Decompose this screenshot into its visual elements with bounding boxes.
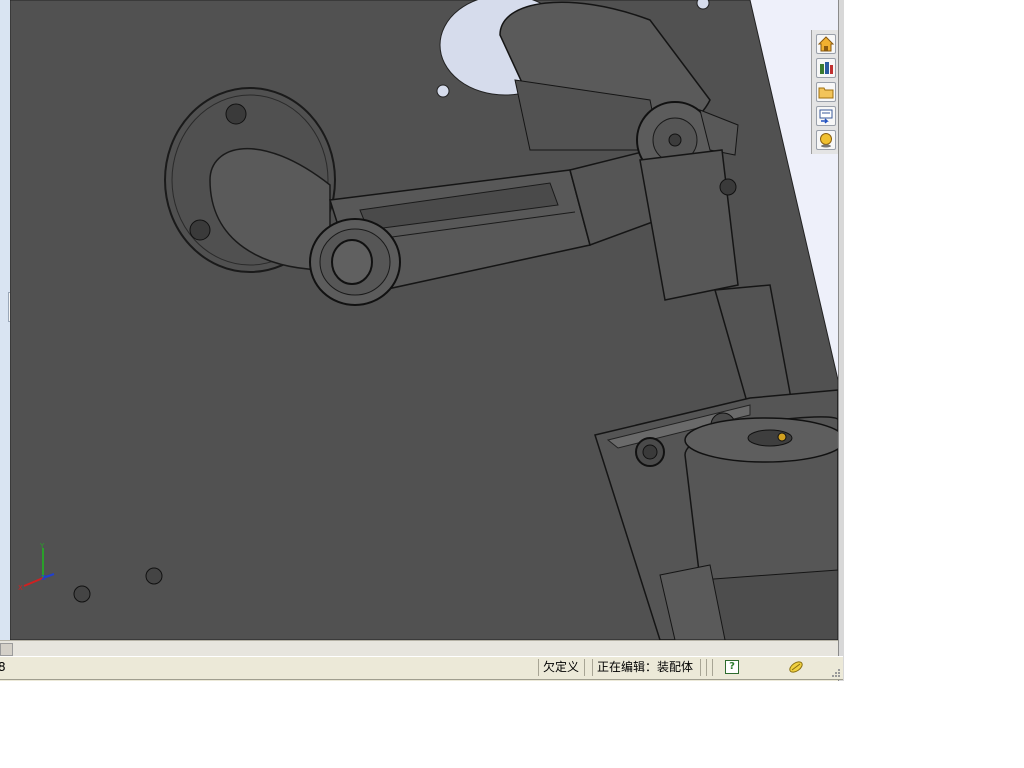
- motor-shaft: [777, 432, 787, 442]
- triad-x-label: X: [18, 584, 23, 592]
- horizontal-scrollbar[interactable]: [0, 640, 838, 657]
- status-left-fragment: 8: [0, 660, 6, 674]
- flange-bolt-hole: [189, 219, 211, 241]
- small-hole: [73, 585, 91, 603]
- graphics-viewport[interactable]: Y X Z: [10, 0, 838, 640]
- help-icon[interactable]: ?: [725, 660, 739, 674]
- solidworks-window: ◂◂◂: [0, 0, 844, 681]
- scrollbar-thumb[interactable]: [0, 643, 13, 656]
- status-bar: 8 欠定义 正在编辑：装配体 ?: [0, 656, 843, 680]
- status-underdefined: 欠定义: [538, 659, 583, 676]
- small-hole: [436, 84, 450, 98]
- resize-grip-icon[interactable]: [830, 667, 840, 677]
- view-palette-icon[interactable]: [816, 106, 836, 126]
- triad-z-label: Z: [41, 574, 46, 582]
- file-explorer-icon[interactable]: [816, 82, 836, 102]
- small-hole: [145, 567, 163, 585]
- design-library-icon[interactable]: [816, 58, 836, 78]
- flange-bolt-hole: [225, 103, 247, 125]
- appearances-icon[interactable]: [816, 130, 836, 150]
- assembly-model-view[interactable]: Y X Z: [10, 0, 838, 640]
- rebuild-status-icon[interactable]: [787, 659, 805, 678]
- task-pane-tabs: [811, 30, 839, 154]
- window-right-border: [838, 0, 844, 681]
- home-icon[interactable]: [816, 34, 836, 54]
- status-editing-assembly: 正在编辑：装配体: [592, 659, 697, 676]
- small-hole: [696, 0, 710, 10]
- triad-y-label: Y: [39, 542, 45, 550]
